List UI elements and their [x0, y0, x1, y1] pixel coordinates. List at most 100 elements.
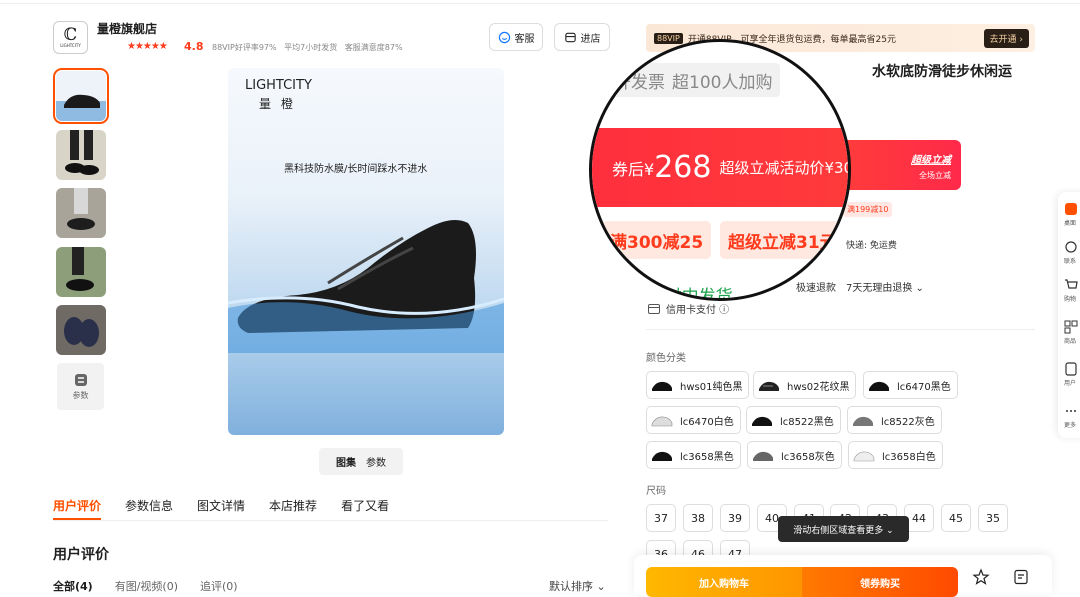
buy-with-coupon-button[interactable]: 领券购买	[802, 567, 958, 597]
sidebar-item-more[interactable]: 更多	[1064, 404, 1080, 429]
detail-tabs: 用户评价 参数信息 图文详情 本店推荐 看了又看	[53, 497, 389, 514]
param-thumbnail[interactable]: 参数	[57, 363, 104, 410]
ship-48h: 48小时内发货	[626, 287, 733, 301]
metric-service: 客服满意度87%	[344, 43, 403, 52]
sku-option[interactable]: lc8522灰色	[847, 406, 942, 434]
cart-icon	[1065, 279, 1078, 289]
refund-info: 极速退款 7天无理由退换 ⌄	[796, 279, 924, 294]
add-to-cart-button[interactable]: 加入购物车	[646, 567, 802, 597]
sku-option[interactable]: lc3658灰色	[747, 441, 842, 469]
shoe-icon	[869, 381, 889, 391]
size-option[interactable]: 38	[683, 504, 713, 532]
refund-7day[interactable]: 7天无理由退换 ⌄	[846, 279, 924, 294]
sku-option[interactable]: lc8522黑色	[746, 406, 841, 434]
star-icon[interactable]	[972, 568, 990, 586]
credit-label: 信用卡支付 ⓘ	[666, 305, 730, 316]
shoe-icon	[853, 416, 873, 426]
tab-specs[interactable]: 参数信息	[125, 497, 173, 514]
shoe-icon	[752, 416, 772, 426]
popular-pill: 超100人加购	[664, 63, 781, 97]
credit-row: 信用卡支付 ⓘ	[648, 301, 729, 316]
price-banner: 超级立减 全场立减	[846, 140, 961, 190]
grid-icon	[1064, 320, 1078, 334]
thumbnail-5[interactable]	[56, 305, 106, 355]
tab-params[interactable]: 参数	[366, 454, 386, 469]
color-label: 颜色分类	[646, 353, 686, 364]
size-label: 尺码	[646, 486, 666, 497]
shoe-icon	[753, 451, 773, 461]
promo-sub: 全场立减	[919, 171, 951, 180]
share-icon[interactable]	[1012, 568, 1030, 586]
app-icon	[1065, 203, 1077, 215]
sku-option[interactable]: hws02花纹黑	[753, 371, 857, 399]
thumbnail-1[interactable]	[53, 68, 109, 124]
filter-media[interactable]: 有图/视频(0)	[115, 578, 178, 594]
size-option[interactable]: 39	[720, 504, 750, 532]
thumbnail-4[interactable]	[56, 247, 106, 297]
size-option[interactable]: 45	[941, 504, 971, 532]
sku-option[interactable]: lc3658黑色	[646, 441, 741, 469]
tab-details[interactable]: 图文详情	[197, 497, 245, 514]
shoe-illustration	[228, 219, 504, 353]
coupon-tag[interactable]: 满199减10	[843, 202, 893, 217]
shoe-icon	[651, 416, 673, 427]
sidebar-item-contact[interactable]: 联系	[1064, 240, 1080, 265]
customer-service-button[interactable]: 客服	[489, 23, 543, 51]
image-slogan: 黑科技防水膜/长时间踩水不进水	[284, 164, 428, 175]
product-title: 水软底防滑徒步休闲运	[872, 64, 1012, 80]
tab-reviews[interactable]: 用户评价	[53, 497, 101, 514]
sidebar-item-user[interactable]: 用户	[1064, 362, 1080, 387]
sku-option[interactable]: lc3658白色	[848, 441, 943, 469]
size-option[interactable]: 35	[978, 504, 1008, 532]
rating-stars: ★★★★★	[127, 41, 168, 52]
sort-dropdown[interactable]: 默认排序 ⌄	[549, 578, 606, 594]
sku-option[interactable]: lc6470白色	[646, 406, 741, 434]
coupon-super: 超级立减31元	[720, 221, 845, 259]
top-divider	[0, 0, 1080, 4]
doc-icon	[1065, 362, 1077, 376]
coupon-300-25: 满300减25	[602, 221, 712, 259]
filter-followup[interactable]: 追评(0)	[200, 578, 238, 594]
zoom-magnifier: 开发票 超100人加购 券后¥ 268 超级立减活动价¥30 满300减25 超…	[589, 39, 851, 301]
enter-label: 进店	[580, 33, 601, 45]
service-label: 客服	[514, 33, 535, 45]
gallery-switch: 图集 参数	[319, 448, 403, 475]
size-option[interactable]: 37	[646, 504, 676, 532]
metric-good-rate: 88VIP好评率97%	[212, 43, 277, 52]
tab-recommend[interactable]: 本店推荐	[269, 497, 317, 514]
tab-also-viewed[interactable]: 看了又看	[341, 497, 389, 514]
sidebar-item-cart[interactable]: 购物	[1064, 278, 1080, 303]
image-brand-en: LIGHTCITY	[245, 78, 312, 93]
section-divider	[646, 329, 1035, 330]
card-icon	[648, 303, 660, 314]
sku-option[interactable]: hws01纯色黑	[646, 371, 750, 399]
action-bar: 加入购物车 领券购买	[634, 555, 1052, 597]
thumbnail-3[interactable]	[56, 188, 106, 238]
logo-subtitle: LIGHTCITY	[60, 43, 81, 48]
reviews-title: 用户评价	[53, 547, 109, 563]
vip-tag: 88VIP	[654, 32, 683, 44]
sidebar-item-products[interactable]: 商品	[1064, 320, 1080, 345]
sidebar-item-desktop[interactable]: 桌面	[1064, 202, 1080, 227]
enter-shop-button[interactable]: 进店	[554, 23, 610, 51]
filter-all[interactable]: 全部(4)	[53, 578, 93, 594]
thumbnail-2[interactable]	[56, 130, 106, 180]
scroll-hint-tooltip: 滑动右侧区域查看更多 ⌄	[778, 516, 909, 542]
shoe-icon	[652, 381, 672, 391]
shoe-icon	[853, 451, 875, 462]
rating-value: 4.8	[184, 40, 204, 53]
sku-option[interactable]: lc6470黑色	[863, 371, 958, 399]
shop-logo[interactable]: ℂ LIGHTCITY	[53, 21, 88, 54]
store-icon	[564, 32, 576, 42]
shop-metrics: 88VIP好评率97% 平均7小时发货 客服满意度87%	[212, 42, 408, 53]
more-icon	[1066, 410, 1076, 412]
shop-name[interactable]: 量橙旗舰店	[97, 20, 157, 37]
main-product-image[interactable]: LIGHTCITY 量 橙 黑科技防水膜/长时间踩水不进水	[228, 68, 504, 435]
shoe-icon	[759, 381, 779, 391]
vip-open-button[interactable]: 去开通 ›	[983, 29, 1029, 48]
param-thumb-label: 参数	[72, 390, 89, 400]
shipping-info: 快递: 免运费	[846, 241, 897, 251]
refund-fast: 极速退款	[796, 283, 836, 294]
tab-gallery[interactable]: 图集	[336, 454, 356, 469]
shoe-icon	[652, 451, 672, 461]
